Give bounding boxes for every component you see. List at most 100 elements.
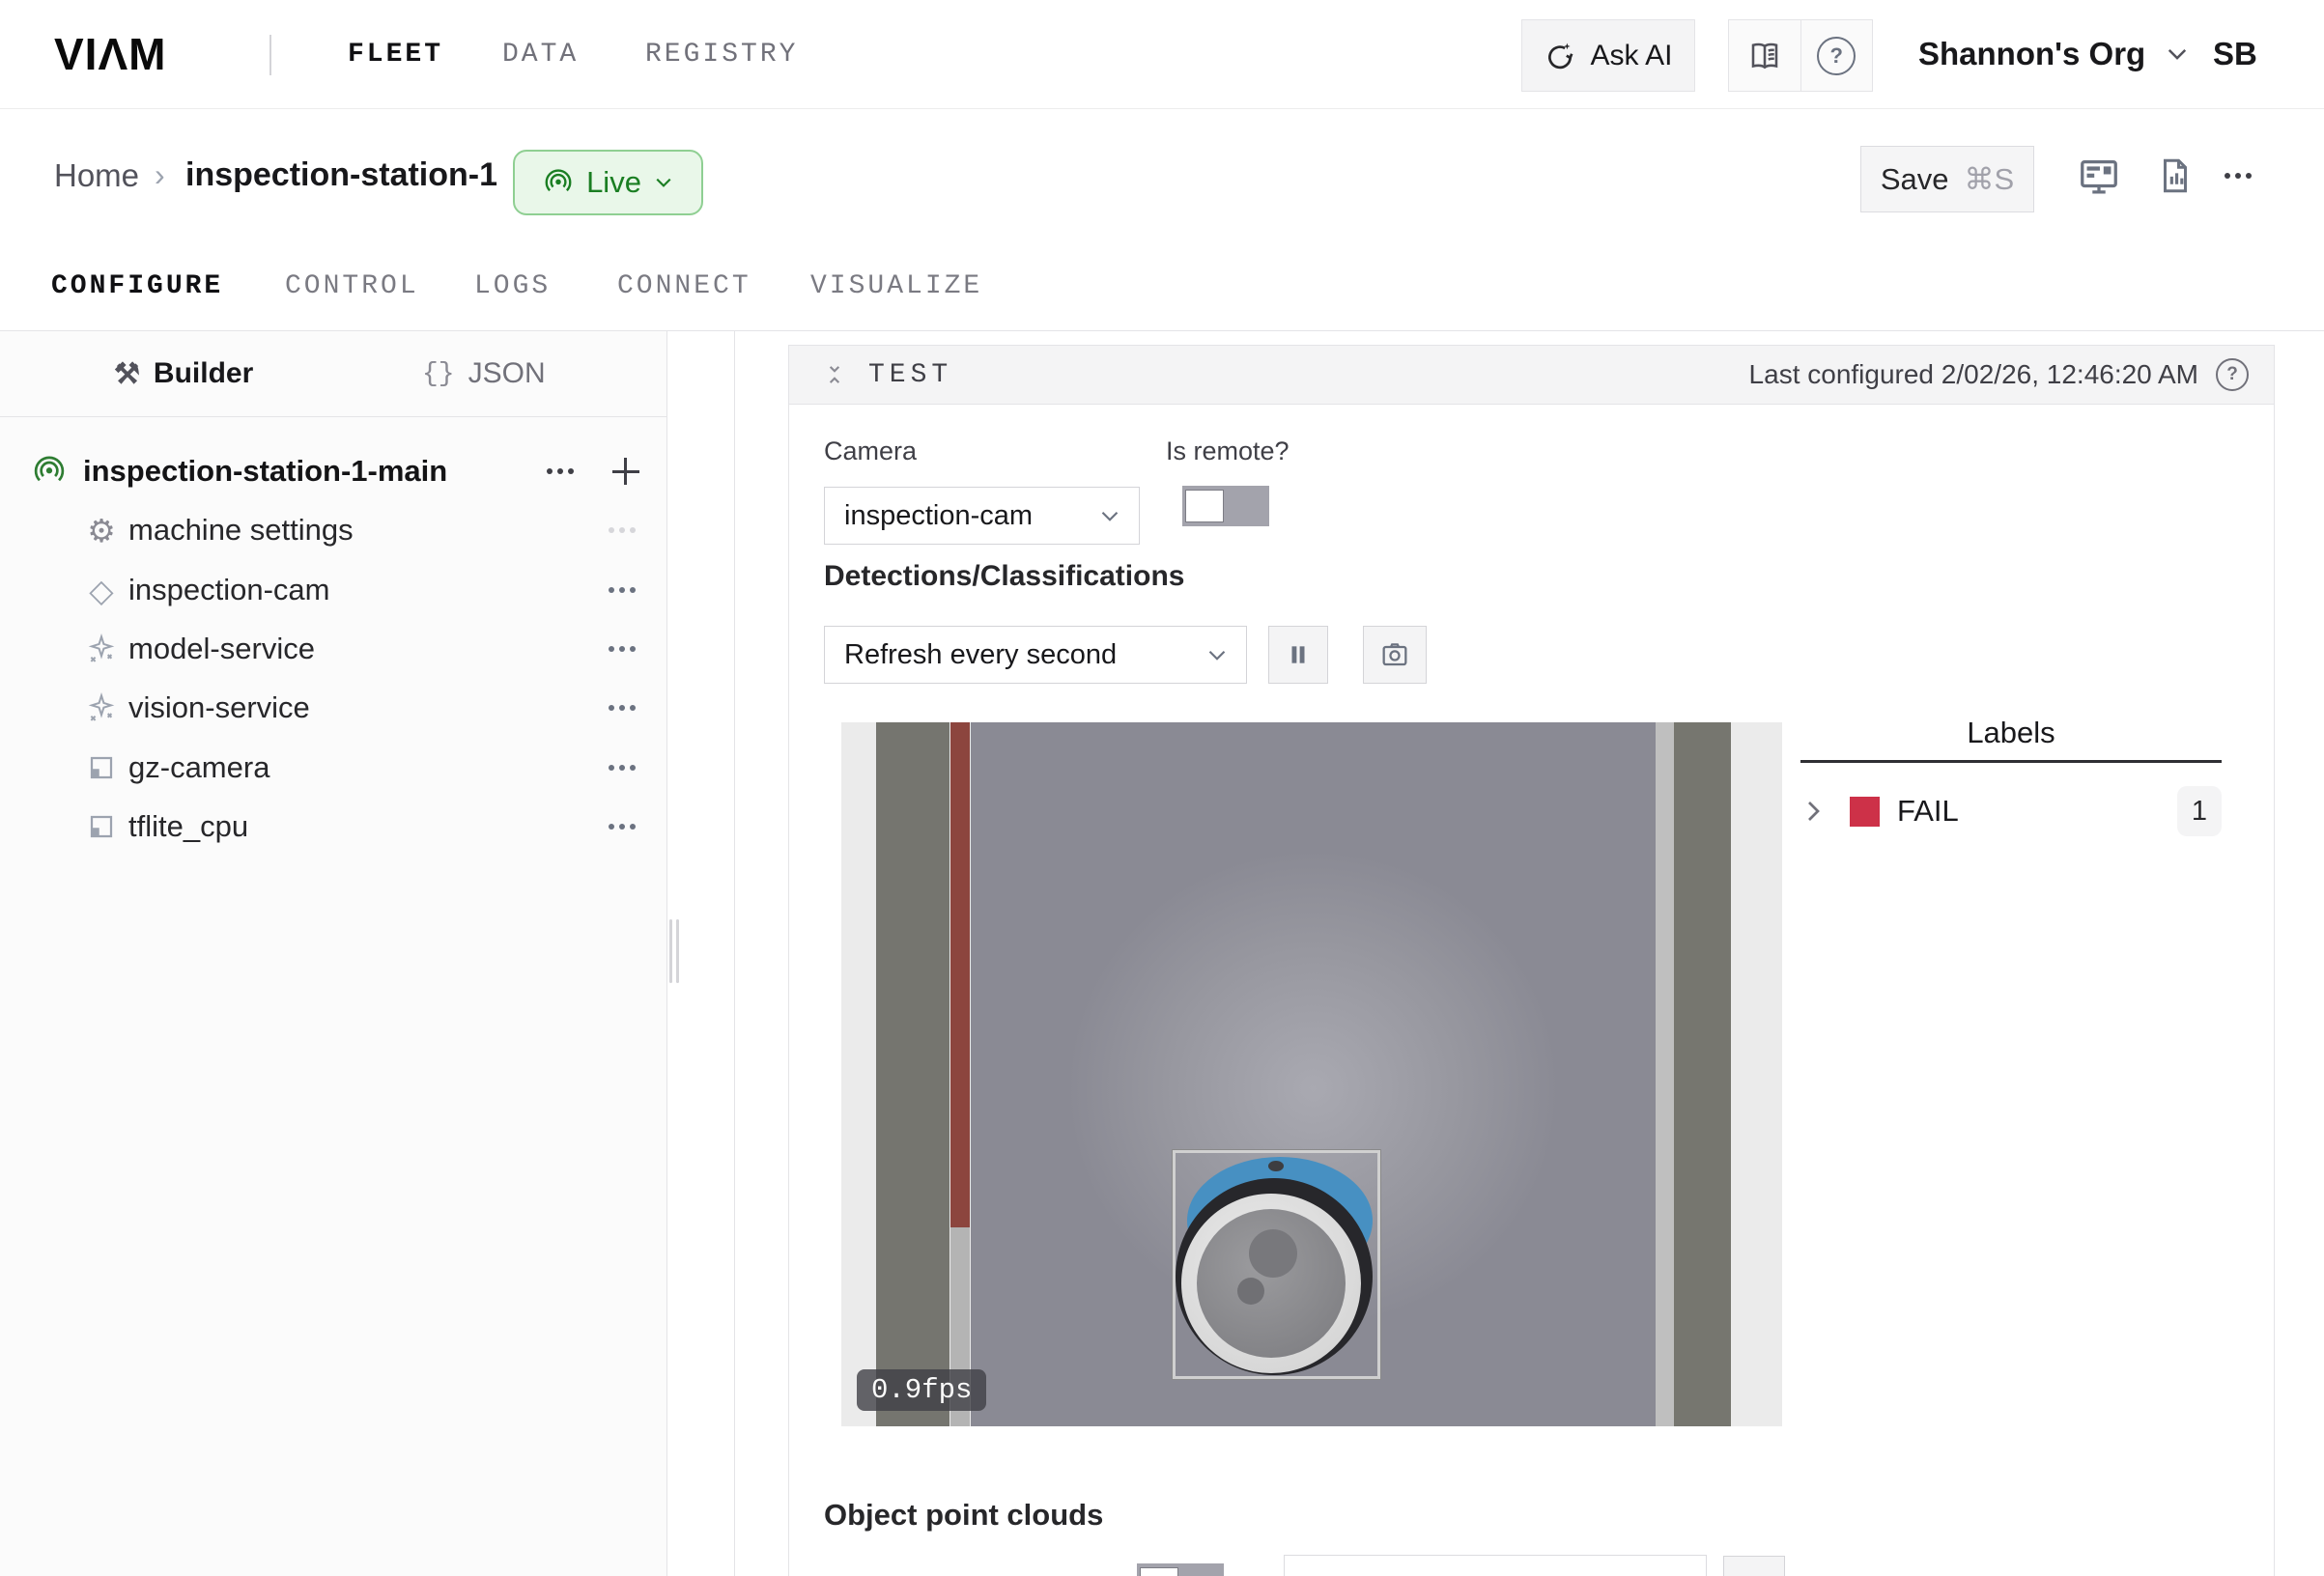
viam-logo[interactable]: VIΛM (54, 0, 166, 108)
machine-monitor-button[interactable] (2077, 109, 2121, 241)
builder-label: Builder (154, 357, 253, 390)
page: VIΛM FLEET DATA REGISTRY Ask AI (0, 0, 2324, 1576)
tree-item-inspection-cam[interactable]: ◇ inspection-cam (0, 565, 666, 615)
save-button[interactable]: Save ⌘S (1860, 146, 2034, 212)
tree-item-machine-settings[interactable]: ⚙ machine settings (0, 505, 666, 555)
is-remote-toggle[interactable] (1182, 486, 1269, 526)
tree-item-label: gz-camera (128, 750, 269, 785)
tree-item-machine-main[interactable]: inspection-station-1-main (0, 446, 666, 496)
label-color-swatch (1850, 797, 1880, 827)
tree-item-vision-service[interactable]: vision-service (0, 683, 666, 733)
chevron-down-icon (655, 177, 672, 188)
label-name: FAIL (1897, 794, 1959, 829)
tree-item-label: vision-service (128, 690, 310, 725)
monitor-icon (2077, 154, 2121, 198)
detections-heading: Detections/Classifications (824, 560, 1184, 593)
breadcrumb-separator: › (155, 109, 165, 241)
nav-item-registry[interactable]: REGISTRY (645, 0, 798, 108)
detection-bounding-box (1173, 1150, 1380, 1379)
labels-divider (1800, 760, 2222, 763)
chevron-right-icon[interactable] (1806, 800, 1821, 823)
tab-logs[interactable]: LOGS (474, 241, 551, 330)
collapse-icon[interactable] (822, 362, 847, 387)
tab-visualize[interactable]: VISUALIZE (810, 241, 982, 330)
live-label: Live (586, 165, 641, 200)
camera-select[interactable]: inspection-cam (824, 487, 1140, 545)
editor-mode-row: ⚒ Builder {} JSON (0, 331, 666, 417)
item-more-button[interactable] (609, 683, 636, 733)
pause-button[interactable] (1268, 626, 1328, 684)
label-count-badge: 1 (2177, 786, 2222, 836)
nav-item-data[interactable]: DATA (502, 0, 579, 108)
point-clouds-input[interactable] (1284, 1555, 1707, 1576)
save-label: Save (1881, 162, 1949, 197)
machine-part-name: inspection-station-1-main (83, 454, 447, 489)
ask-ai-button[interactable]: Ask AI (1521, 19, 1695, 92)
module-icon (85, 753, 118, 782)
user-avatar[interactable]: SB (2213, 0, 2257, 108)
item-more-button[interactable] (609, 565, 636, 615)
content-divider (734, 331, 735, 1576)
feed-wall-right (1674, 722, 1731, 1426)
report-file-icon (2155, 155, 2196, 196)
chevron-down-icon (2167, 47, 2188, 61)
camera-icon (1379, 639, 1410, 670)
camera-feed: 0.9fps (841, 722, 1782, 1426)
book-icon (1747, 39, 1782, 73)
snapshot-button[interactable] (1363, 626, 1427, 684)
docs-button[interactable] (1729, 20, 1800, 91)
item-more-button[interactable] (609, 505, 636, 555)
ball-spot-large (1249, 1229, 1297, 1278)
test-panel-header: TEST Last configured 2/02/26, 12:46:20 A… (789, 346, 2274, 405)
camera-field-label: Camera (824, 436, 917, 466)
tree-item-label: inspection-cam (128, 573, 329, 607)
ml-sparkle-icon (85, 633, 118, 664)
tab-configure[interactable]: CONFIGURE (51, 241, 223, 330)
nav-item-fleet[interactable]: FLEET (348, 0, 443, 108)
live-status-badge[interactable]: Live (513, 150, 703, 215)
test-panel-title: TEST (868, 360, 952, 390)
machine-tab-bar: CONFIGURE CONTROL LOGS CONNECT VISUALIZE (0, 241, 2324, 331)
ball-spot-small (1237, 1278, 1264, 1305)
feed-edge-right (1656, 722, 1674, 1426)
org-switcher[interactable]: Shannon's Org (1918, 0, 2188, 108)
help-button-group: ? (1728, 19, 1873, 92)
builder-mode-button[interactable]: ⚒ Builder (114, 331, 253, 416)
org-name: Shannon's Org (1918, 36, 2145, 72)
refresh-rate-select[interactable]: Refresh every second (824, 626, 1247, 684)
machine-more-button[interactable] (547, 446, 574, 496)
point-clouds-toggle[interactable] (1137, 1563, 1224, 1576)
label-row-fail[interactable]: FAIL 1 (1800, 786, 2222, 836)
tab-connect[interactable]: CONNECT (617, 241, 751, 330)
ball-cap-hole (1268, 1161, 1284, 1171)
tree-item-model-service[interactable]: model-service (0, 624, 666, 674)
component-diamond-icon: ◇ (85, 575, 118, 606)
json-mode-button[interactable]: {} JSON (422, 331, 546, 416)
sidebar-resize-handle[interactable] (669, 919, 679, 983)
ask-ai-label: Ask AI (1590, 40, 1672, 72)
breadcrumb-row: Home › inspection-station-1 Live Save ⌘S (0, 109, 2324, 241)
report-button[interactable] (2155, 109, 2196, 241)
tab-control[interactable]: CONTROL (285, 241, 419, 330)
chevron-down-icon (1207, 649, 1227, 661)
more-options-button[interactable] (2225, 109, 2252, 241)
builder-tools-icon: ⚒ (114, 357, 140, 391)
gear-icon: ⚙ (85, 515, 118, 547)
tree-item-tflite-cpu[interactable]: tflite_cpu (0, 802, 666, 852)
tree-item-gz-camera[interactable]: gz-camera (0, 743, 666, 793)
add-component-button[interactable] (610, 446, 639, 496)
toggle-knob (1185, 490, 1224, 522)
test-help-icon[interactable]: ? (2216, 358, 2249, 391)
tree-item-label: tflite_cpu (128, 809, 248, 844)
breadcrumb-home[interactable]: Home (54, 109, 139, 241)
json-label: JSON (468, 357, 546, 390)
breadcrumb-machine-name: inspection-station-1 (185, 109, 497, 241)
item-more-button[interactable] (609, 624, 636, 674)
toggle-knob (1140, 1567, 1178, 1576)
item-more-button[interactable] (609, 743, 636, 793)
help-button[interactable]: ? (1800, 20, 1873, 91)
top-nav: VIΛM FLEET DATA REGISTRY Ask AI (0, 0, 2324, 109)
item-more-button[interactable] (609, 802, 636, 852)
refresh-rate-value: Refresh every second (844, 639, 1117, 671)
point-clouds-action-button[interactable] (1723, 1556, 1785, 1576)
